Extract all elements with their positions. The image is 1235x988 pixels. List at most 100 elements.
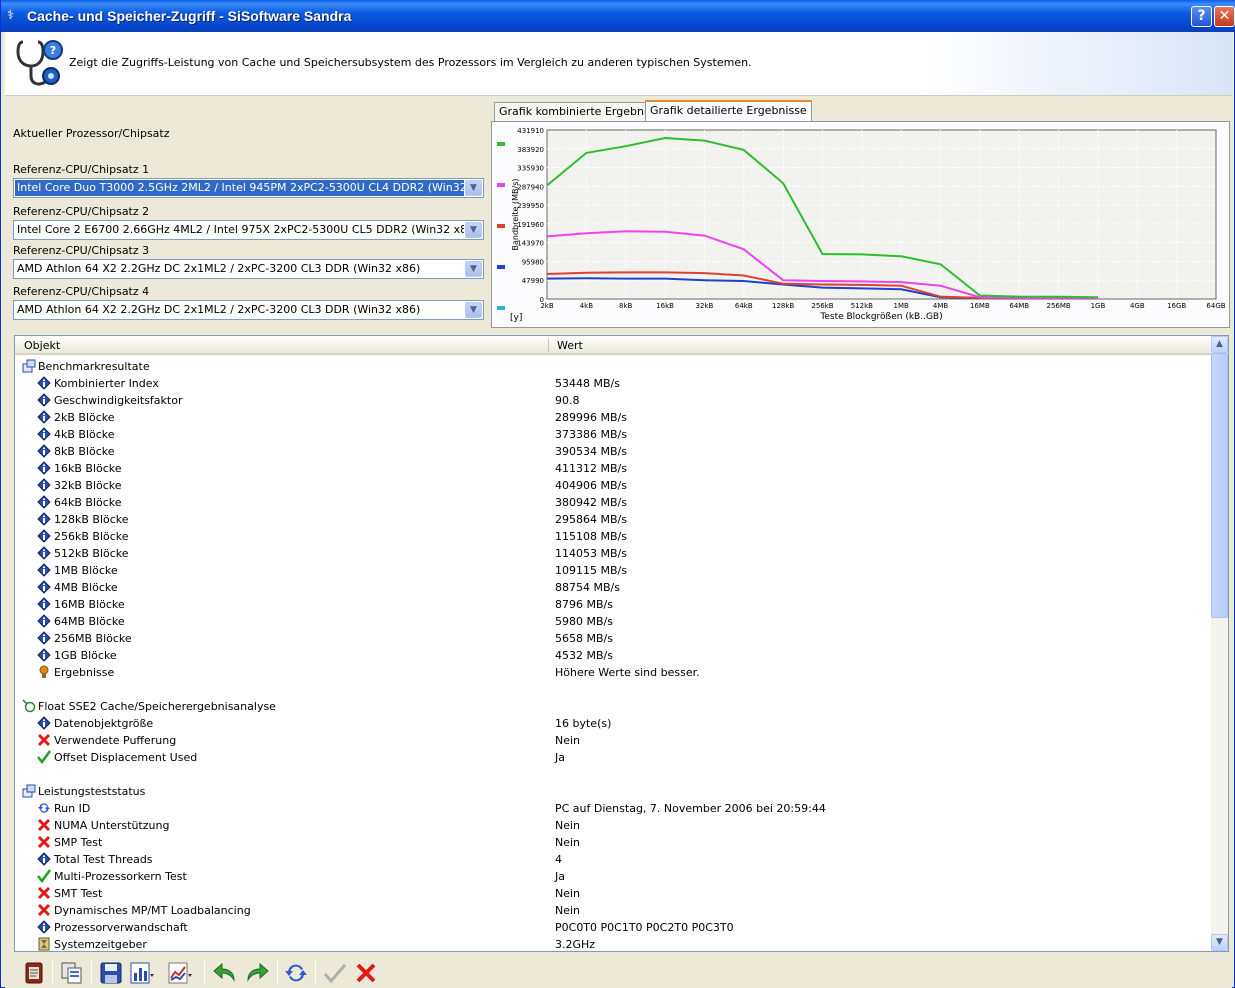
item-value: 390534 MB/s [555,445,627,458]
info-icon [37,478,51,492]
scroll-up-button[interactable]: ▲ [1211,336,1228,353]
check-icon [37,750,52,765]
forward-arrow-icon[interactable] [244,960,270,986]
bulb-icon [37,665,51,679]
list-item[interactable]: SMP Test Nein [15,834,1211,851]
refresh-icon[interactable] [283,960,309,986]
list-item[interactable]: Multi-Prozessorkern Test Ja [15,868,1211,885]
report-icon[interactable] [21,960,47,986]
list-item[interactable]: Offset Displacement Used Ja [15,749,1211,766]
y-tick-label: 95980 [522,258,544,266]
list-item[interactable]: 64MB Blöcke 5980 MB/s [15,613,1211,630]
title-bar[interactable]: ⚕ Cache- und Speicher-Zugriff - SiSoftwa… [1,0,1235,32]
list-item[interactable]: 512kB Blöcke 114053 MB/s [15,545,1211,562]
item-value: 115108 MB/s [555,530,627,543]
y-tick-label: 47990 [522,277,544,285]
chevron-down-icon[interactable]: ▼ [465,180,482,196]
chart-dropdown-icon[interactable] [129,960,155,986]
list-item[interactable]: Systemzeitgeber 3.2GHz [15,936,1211,951]
ok-check-icon[interactable] [322,960,348,986]
back-arrow-icon[interactable] [212,960,238,986]
reference-2-select[interactable]: Intel Core 2 E6700 2.66GHz 4ML2 / Intel … [13,220,484,240]
list-item[interactable]: Run ID PC auf Dienstag, 7. November 2006 … [15,800,1211,817]
item-name: Ergebnisse [54,666,115,679]
chevron-down-icon[interactable]: ▼ [465,222,482,238]
info-icon [37,716,51,730]
save-icon[interactable] [98,960,124,986]
list-item[interactable]: 4MB Blöcke 88754 MB/s [15,579,1211,596]
vertical-scrollbar[interactable]: ▲ ▼ [1211,336,1228,951]
help-button[interactable]: ? [1191,6,1212,27]
list-item[interactable]: Total Test Threads 4 [15,851,1211,868]
item-value: Ja [555,870,565,883]
list-item[interactable]: Geschwindigkeitsfaktor 90.8 [15,392,1211,409]
plot-area [546,129,1217,300]
item-value: 295864 MB/s [555,513,627,526]
list-item[interactable]: 8kB Blöcke 390534 MB/s [15,443,1211,460]
graph-dropdown-icon[interactable] [167,960,193,986]
item-name: 32kB Blöcke [54,479,122,492]
column-divider[interactable] [548,339,549,352]
item-value: Ja [555,751,565,764]
copy-icon[interactable] [59,960,85,986]
group-icon [22,359,36,373]
column-header-value[interactable]: Wert [557,339,583,352]
list-item[interactable]: 128kB Blöcke 295864 MB/s [15,511,1211,528]
list-item[interactable]: 1GB Blöcke 4532 MB/s [15,647,1211,664]
item-value: 53448 MB/s [555,377,620,390]
list-item[interactable]: 4kB Blöcke 373386 MB/s [15,426,1211,443]
list-item[interactable]: SMT Test Nein [15,885,1211,902]
reference-2-value: Intel Core 2 E6700 2.66GHz 4ML2 / Intel … [17,223,464,236]
reference-3-label: Referenz-CPU/Chipsatz 3 [13,244,150,257]
info-icon [37,495,51,509]
tab-detailed-results[interactable]: Grafik detailierte Ergebnisse [645,100,812,123]
item-value: 404906 MB/s [555,479,627,492]
list-item[interactable]: Ergebnisse Höhere Werte sind besser. [15,664,1211,681]
list-item[interactable]: 16kB Blöcke 411312 MB/s [15,460,1211,477]
list-item[interactable]: Dynamisches MP/MT Loadbalancing Nein [15,902,1211,919]
list-item[interactable]: NUMA Unterstützung Nein [15,817,1211,834]
item-name: 16kB Blöcke [54,462,122,475]
list-item[interactable]: 2kB Blöcke 289996 MB/s [15,409,1211,426]
window-title: Cache- und Speicher-Zugriff - SiSoftware… [27,8,352,24]
reference-1-select[interactable]: Intel Core Duo T3000 2.5GHz 2ML2 / Intel… [13,178,484,198]
description-header: ? Zeigt die Zugriffs-Leistung von Cache … [5,32,1232,96]
x-tick-label: 4MB [933,302,948,310]
bottom-toolbar [5,956,1232,988]
close-button[interactable]: ✕ [1214,6,1235,27]
x-tick-label: 256kB [811,302,833,310]
list-item[interactable]: 256kB Blöcke 115108 MB/s [15,528,1211,545]
cross-icon [37,733,51,747]
column-header-object[interactable]: Objekt [24,339,60,352]
cancel-x-icon[interactable] [353,960,379,986]
stethoscope-icon: ? [16,40,63,86]
list-item[interactable]: Datenobjektgröße 16 byte(s) [15,715,1211,732]
item-name: Systemzeitgeber [54,938,147,951]
results-list[interactable]: Objekt Wert Benchmarkresultate Kombiniert… [14,335,1229,952]
group-header[interactable]: Float SSE2 Cache/Speicherergebnisanalyse [15,698,1211,715]
chevron-down-icon[interactable]: ▼ [465,261,482,277]
list-item[interactable]: Verwendete Pufferung Nein [15,732,1211,749]
reference-3-select[interactable]: AMD Athlon 64 X2 2.2GHz DC 2x1ML2 / 2xPC… [13,259,484,279]
chevron-down-icon[interactable]: ▼ [465,302,482,318]
info-icon [37,852,51,866]
list-item[interactable]: Kombinierter Index 53448 MB/s [15,375,1211,392]
tab-combined-results[interactable]: Grafik kombinierte Ergebnisse [494,102,671,122]
group-header[interactable]: Benchmarkresultate [15,358,1211,375]
scroll-down-button[interactable]: ▼ [1211,934,1228,951]
item-name: 16MB Blöcke [54,598,125,611]
group-icon [22,784,36,798]
list-item[interactable]: 1MB Blöcke 109115 MB/s [15,562,1211,579]
list-item[interactable]: Prozessorverwandschaft P0C0T0 P0C1T0 P0C2… [15,919,1211,936]
scroll-thumb[interactable] [1211,353,1228,618]
list-item[interactable]: 32kB Blöcke 404906 MB/s [15,477,1211,494]
group-header[interactable]: Leistungsteststatus [15,783,1211,800]
item-name: SMP Test [54,836,103,849]
item-name: 512kB Blöcke [54,547,129,560]
toolbar-separator [91,960,92,984]
list-item[interactable]: 64kB Blöcke 380942 MB/s [15,494,1211,511]
list-item[interactable]: 256MB Blöcke 5658 MB/s [15,630,1211,647]
item-value: 4 [555,853,562,866]
list-item[interactable]: 16MB Blöcke 8796 MB/s [15,596,1211,613]
reference-4-select[interactable]: AMD Athlon 64 X2 2.2GHz DC 2x1ML2 / 2xPC… [13,300,484,320]
